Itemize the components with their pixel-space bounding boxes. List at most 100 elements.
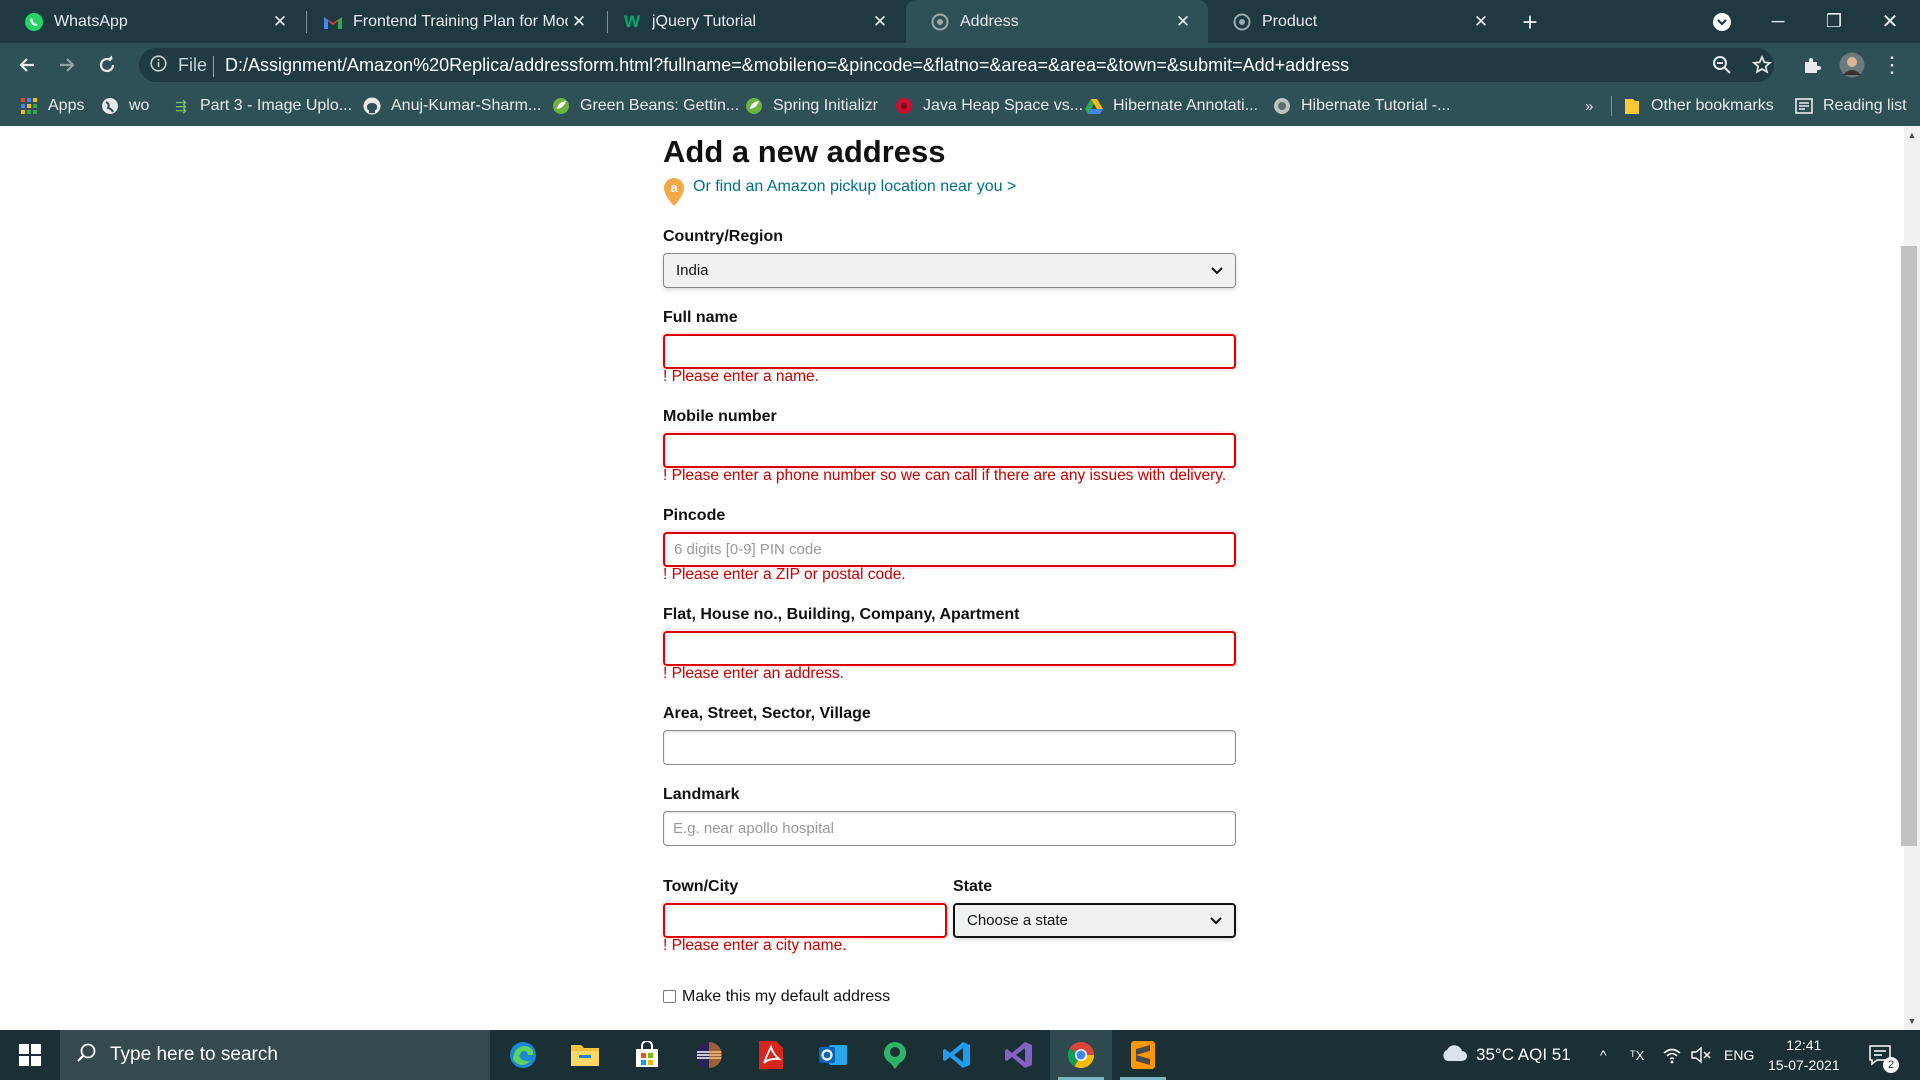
show-hidden-icons-button[interactable]: ^ <box>1600 1030 1607 1080</box>
zoom-button[interactable] <box>1706 49 1738 81</box>
close-window-button[interactable]: ✕ <box>1862 0 1918 43</box>
close-tab-icon[interactable]: ✕ <box>269 11 291 33</box>
gmail-icon <box>323 12 343 32</box>
spring-icon <box>552 97 570 115</box>
tab-address[interactable]: Address ✕ <box>906 0 1208 43</box>
landmark-input[interactable]: E.g. near apollo hospital <box>663 811 1236 846</box>
scrollbar-thumb[interactable] <box>1901 246 1917 846</box>
sublime-icon <box>1131 1041 1155 1069</box>
notification-center-button[interactable]: 2 <box>1868 1030 1899 1080</box>
taskbar-sublime[interactable] <box>1112 1030 1174 1080</box>
flat-input[interactable] <box>663 631 1236 666</box>
other-bookmarks[interactable]: Other bookmarks <box>1623 86 1774 126</box>
area-input[interactable] <box>663 730 1236 765</box>
red-circle-icon <box>895 97 913 115</box>
profile-avatar[interactable] <box>1836 49 1868 81</box>
tab-whatsapp[interactable]: WhatsApp ✕ <box>0 0 305 43</box>
wifi-icon[interactable] <box>1662 1030 1682 1080</box>
fullname-error: ! Please enter a name. <box>663 368 819 385</box>
bookmark-java-heap[interactable]: Java Heap Space vs... <box>895 86 1083 126</box>
tab-gmail[interactable]: Frontend Training Plan for Modul ✕ <box>299 0 604 43</box>
bookmark-green-beans[interactable]: Green Beans: Gettin... <box>552 86 739 126</box>
reload-button[interactable] <box>91 49 123 81</box>
maps-icon <box>884 1042 906 1069</box>
reload-icon <box>99 55 115 73</box>
town-error: ! Please enter a city name. <box>663 937 847 954</box>
state-select[interactable]: Choose a state <box>953 903 1236 938</box>
language-indicator[interactable]: ENG <box>1724 1030 1754 1080</box>
pincode-input[interactable]: 6 digits [0-9] PIN code <box>663 532 1236 567</box>
start-button[interactable] <box>0 1030 60 1080</box>
taskbar-eclipse[interactable] <box>678 1030 740 1080</box>
bookmark-hibernate-annotations[interactable]: Hibernate Annotati... <box>1085 86 1258 126</box>
pincode-error: ! Please enter a ZIP or postal code. <box>663 566 906 583</box>
tab-jquery[interactable]: W jQuery Tutorial ✕ <box>598 0 905 43</box>
github-icon <box>363 97 381 115</box>
bookmark-label: Java Heap Space vs... <box>923 97 1084 114</box>
pickup-location-link[interactable]: Or find an Amazon pickup location near y… <box>693 178 1016 196</box>
close-tab-icon[interactable]: ✕ <box>568 11 590 33</box>
bookmark-github[interactable]: Anuj-Kumar-Sharm... <box>363 86 541 126</box>
tab-search-button[interactable] <box>1694 0 1750 43</box>
acrobat-icon <box>759 1041 783 1069</box>
back-button[interactable] <box>11 49 43 81</box>
clock-time: 12:41 <box>1786 1037 1822 1053</box>
clock[interactable]: 12:41 15-07-2021 <box>1768 1030 1840 1080</box>
scroll-up-arrow-icon[interactable]: ▲ <box>1904 128 1920 142</box>
bookmark-part3[interactable]: ⇶ Part 3 - Image Uplo... <box>172 86 352 126</box>
taskbar-chrome[interactable] <box>1050 1030 1112 1080</box>
network-status-icon[interactable]: ᵀX <box>1630 1030 1644 1080</box>
visual-studio-icon <box>1005 1042 1032 1068</box>
default-address-checkbox[interactable] <box>663 990 676 1003</box>
bookmark-apps[interactable]: Apps <box>20 86 84 126</box>
bookmark-wo[interactable]: wo <box>101 86 149 126</box>
bookmark-hibernate-tutorial[interactable]: Hibernate Tutorial -... <box>1273 86 1450 126</box>
taskbar-maps[interactable] <box>864 1030 926 1080</box>
state-value: Choose a state <box>967 912 1068 929</box>
forward-button[interactable] <box>51 49 83 81</box>
reading-list-icon <box>1795 97 1813 115</box>
reading-list[interactable]: Reading list <box>1795 86 1907 126</box>
close-tab-icon[interactable]: ✕ <box>1470 11 1492 33</box>
minimize-button[interactable]: ─ <box>1750 0 1806 43</box>
drive-icon <box>1085 97 1103 115</box>
avatar-icon <box>1839 52 1865 78</box>
zoom-out-icon <box>1713 56 1731 74</box>
url-text[interactable]: D:/Assignment/Amazon%20Replica/addressfo… <box>225 55 1349 76</box>
taskbar-edge[interactable] <box>492 1030 554 1080</box>
browser-menu-button[interactable]: ⋮ <box>1876 49 1908 81</box>
new-tab-button[interactable]: + <box>1516 8 1544 36</box>
taskbar-outlook[interactable] <box>802 1030 864 1080</box>
extensions-button[interactable] <box>1796 49 1828 81</box>
taskbar-acrobat[interactable] <box>740 1030 802 1080</box>
bookmark-star-button[interactable] <box>1746 49 1778 81</box>
taskbar-store[interactable] <box>616 1030 678 1080</box>
close-tab-icon[interactable]: ✕ <box>869 11 891 33</box>
info-icon[interactable] <box>150 55 167 77</box>
svg-text:a: a <box>670 180 678 195</box>
weather-widget[interactable]: 35°C AQI 51 <box>1440 1030 1571 1080</box>
taskbar-file-explorer[interactable] <box>554 1030 616 1080</box>
tab-product[interactable]: Product ✕ <box>1208 0 1506 43</box>
country-select[interactable]: India <box>663 253 1236 288</box>
cloud-icon <box>1440 1043 1468 1068</box>
mobile-input[interactable] <box>663 433 1236 468</box>
bookmark-spring-initializr[interactable]: Spring Initializr <box>745 86 878 126</box>
taskbar-vscode[interactable] <box>926 1030 988 1080</box>
restore-button[interactable]: ❐ <box>1806 0 1862 43</box>
scroll-down-arrow-icon[interactable]: ▼ <box>1904 1014 1920 1028</box>
vscode-icon <box>943 1042 970 1068</box>
default-address-label[interactable]: Make this my default address <box>682 988 890 1006</box>
more-bookmarks-button[interactable]: » <box>1585 86 1593 126</box>
flat-error: ! Please enter an address. <box>663 665 844 682</box>
chrome-icon <box>1067 1042 1095 1069</box>
taskbar-search[interactable]: Type here to search <box>60 1030 490 1080</box>
town-input[interactable] <box>663 903 947 938</box>
tab-title: Frontend Training Plan for Modul <box>353 12 568 30</box>
country-value: India <box>676 262 709 279</box>
taskbar-visual-studio[interactable] <box>988 1030 1050 1080</box>
page-icon <box>930 12 950 32</box>
close-tab-icon[interactable]: ✕ <box>1172 11 1194 33</box>
fullname-input[interactable] <box>663 334 1236 369</box>
volume-muted-icon[interactable] <box>1690 1030 1712 1080</box>
